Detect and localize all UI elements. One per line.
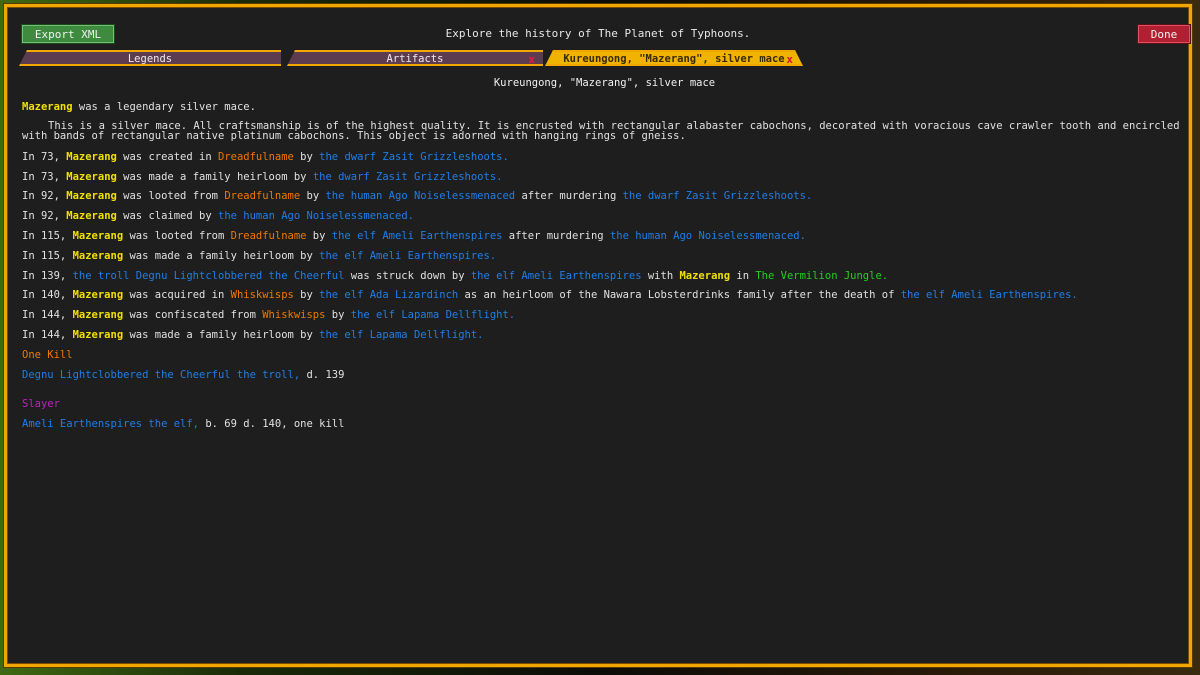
figure-link[interactable]: the elf Ada Lizardinch [319,289,458,301]
figure-link[interactable]: the elf Ameli Earthenspires. [319,250,496,262]
event-text: was made a family heirloom by [123,249,320,262]
kill-entry: Degnu Lightclobbered the Cheerful the tr… [22,368,345,381]
event-text: with [641,269,680,282]
event-text: In 73, [22,170,67,183]
artifact-description: This is a silver mace. All craftsmanship… [22,119,1180,142]
artifact-heading: Kureungong, "Mazerang", silver mace [493,77,716,89]
artifact-link[interactable]: Mazerang [66,190,117,202]
artifact-link[interactable]: Mazerang [22,101,73,113]
region-link[interactable]: The Vermilion Jungle. [755,270,888,282]
event-text: was created in [116,150,218,163]
artifact-link[interactable]: Mazerang [73,309,124,321]
artifact-intro: Mazerang was a legendary silver mace. [22,101,1187,113]
figure-link[interactable]: Degnu Lightclobbered the Cheerful the tr… [22,369,300,381]
event-text: was looted from [123,229,231,242]
event-text: was made a family heirloom by [123,328,320,341]
event-text: was looted from [116,190,225,203]
event-text: was confiscated from [123,309,263,322]
tab-bar: Legends Artifacts x Kureungong, "Mazeran… [17,50,807,66]
figure-link[interactable]: Ameli Earthenspires the elf, [22,418,199,430]
event-text: In 73, [22,150,67,163]
artifact-link[interactable]: Mazerang [66,151,117,163]
event-line: In 92, Mazerang was claimed by the human… [22,210,1187,222]
figure-link[interactable]: the elf Ameli Earthenspires [332,230,503,242]
event-line: In 73, Mazerang was created in Dreadfuln… [22,151,1187,163]
tab-label: Artifacts [386,53,444,65]
site-link[interactable]: Dreadfulname [218,151,294,163]
figure-link[interactable]: the human Ago Noiselessmenaced [325,190,515,202]
close-icon[interactable]: x [528,52,535,66]
artifact-link[interactable]: Mazerang [66,171,117,183]
artifact-link[interactable]: Mazerang [73,329,124,341]
legends-window: Export XML Explore the history of The Pl… [4,4,1192,667]
done-button[interactable]: Done [1137,24,1191,44]
figure-link[interactable]: the elf Lapama Dellflight. [351,309,515,321]
tab-artifacts[interactable]: Artifacts x [287,50,543,66]
window-title: Explore the history of The Planet of Typ… [445,27,751,40]
slayer-heading: Slayer [22,398,60,411]
artifact-link[interactable]: Mazerang [73,289,124,301]
figure-link[interactable]: the dwarf Zasit Grizzleshoots. [313,171,503,183]
event-text: by [306,229,332,242]
figure-link[interactable]: the human Ago Noiselessmenaced. [610,230,806,242]
site-link[interactable]: Whiskwisps [262,309,325,321]
figure-link[interactable]: the troll Degnu Lightclobbered the Cheer… [73,270,345,282]
event-text: was acquired in [123,289,231,302]
event-text: was made a family heirloom by [116,170,313,183]
artifact-link[interactable]: Mazerang [66,210,117,222]
tab-legends[interactable]: Legends [19,50,281,66]
artifact-link[interactable]: Mazerang [679,270,730,282]
event-text: In 115, [22,229,73,242]
event-line: In 92, Mazerang was looted from Dreadful… [22,190,1187,202]
event-text: was struck down by [344,269,471,282]
figure-link[interactable]: the human Ago Noiselessmenaced. [218,210,414,222]
event-text: In 92, [22,210,67,223]
artifact-link[interactable]: Mazerang [73,230,124,242]
kills-heading: One Kill [22,348,73,361]
tab-label: Legends [127,53,173,65]
event-line: In 144, Mazerang was confiscated from Wh… [22,309,1187,321]
event-line: In 73, Mazerang was made a family heirlo… [22,171,1187,183]
event-text: as an heirloom of the Nawara Lobsterdrin… [458,289,901,302]
figure-link[interactable]: the elf Lapama Dellflight. [319,329,483,341]
event-line: In 115, Mazerang was made a family heirl… [22,250,1187,262]
close-icon[interactable]: x [786,52,793,67]
event-text: in [730,269,756,282]
tab-label: Kureungong, "Mazerang", silver mace [563,53,785,65]
event-text: In 115, [22,249,73,262]
event-text: In 140, [22,289,73,302]
event-text: by [300,190,326,203]
site-link[interactable]: Dreadfulname [231,230,307,242]
artifact-details: Kureungong, "Mazerang", silver mace Maze… [22,77,1187,438]
artifact-link[interactable]: Mazerang [73,250,124,262]
event-text: by [325,309,351,322]
event-text: by [293,289,320,302]
intro-text: was a legendary silver mace. [72,101,256,113]
figure-link[interactable]: the elf Ameli Earthenspires [471,270,642,282]
site-link[interactable]: Whiskwisps [231,289,294,301]
figure-link[interactable]: the dwarf Zasit Grizzleshoots. [319,151,509,163]
tab-artifact-detail[interactable]: Kureungong, "Mazerang", silver mace x [545,50,803,66]
event-line: In 140, Mazerang was acquired in Whiskwi… [22,289,1187,301]
event-text: was claimed by [116,210,218,223]
event-text: by [293,150,320,163]
event-text: In 139, [22,269,73,282]
figure-link[interactable]: the dwarf Zasit Grizzleshoots. [623,190,813,202]
site-link[interactable]: Dreadfulname [224,190,300,202]
event-text: after murdering [502,229,610,242]
event-text: after murdering [515,190,623,203]
event-line: In 144, Mazerang was made a family heirl… [22,329,1187,341]
event-line: In 115, Mazerang was looted from Dreadfu… [22,230,1187,242]
event-text: In 144, [22,328,73,341]
event-text: In 144, [22,309,73,322]
event-text: In 92, [22,190,67,203]
figure-link[interactable]: the elf Ameli Earthenspires. [901,289,1078,301]
slayer-entry: Ameli Earthenspires the elf, b. 69 d. 14… [22,418,345,431]
event-list: In 73, Mazerang was created in Dreadfuln… [22,151,1187,341]
event-line: In 139, the troll Degnu Lightclobbered t… [22,270,1187,282]
